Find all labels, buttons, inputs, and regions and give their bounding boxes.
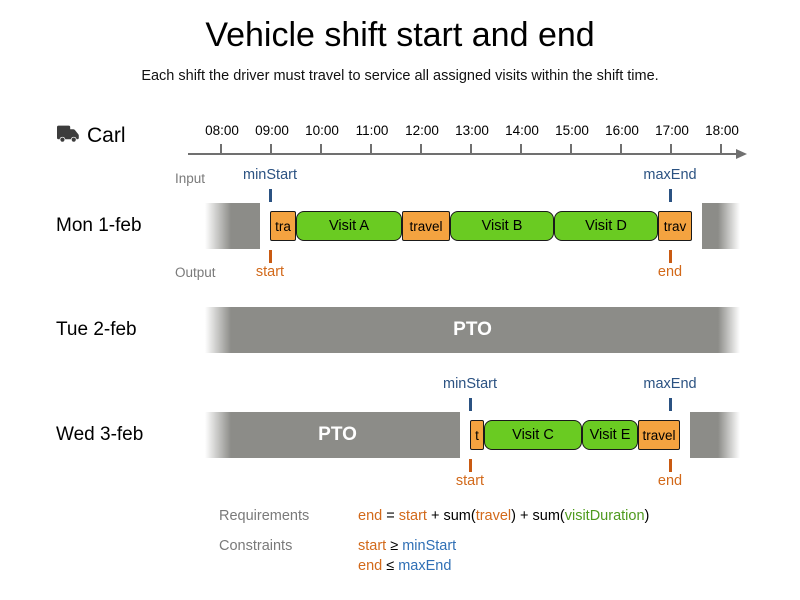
requirements-label: Requirements	[219, 508, 310, 524]
vehicle-name: Carl	[87, 124, 126, 147]
visit-block[interactable]: Visit E	[582, 420, 638, 450]
constraint-line-1: start ≥ minStart	[358, 538, 456, 554]
output-row-label: Output	[175, 265, 216, 280]
pto-label: PTO	[318, 424, 357, 445]
marker-label: maxEnd	[643, 376, 697, 392]
visit-block[interactable]: Visit C	[484, 420, 582, 450]
marker-stem	[669, 189, 672, 202]
visit-block[interactable]: Visit A	[296, 211, 402, 241]
visit-block[interactable]: Visit D	[554, 211, 658, 241]
marker-stem	[469, 398, 472, 411]
axis-tick-label: 18:00	[705, 123, 739, 138]
requirement-token: start	[398, 508, 427, 524]
shift-block-strip: tra Visit Atravel Visit B Visit Dtrav	[270, 211, 692, 241]
requirement-token: =	[382, 508, 399, 524]
visit-block[interactable]: Visit B	[450, 211, 554, 241]
constraint-token: ≥	[386, 538, 403, 554]
axis-tick	[320, 144, 322, 153]
axis-tick	[470, 144, 472, 153]
requirement-token: travel	[475, 508, 512, 524]
travel-block[interactable]: trav	[658, 211, 692, 241]
axis-tick	[520, 144, 522, 153]
marker-stem	[269, 189, 272, 202]
requirement-token: end	[358, 508, 383, 524]
travel-block[interactable]: travel	[402, 211, 450, 241]
constraint-token: end	[358, 558, 383, 574]
marker-stem	[269, 250, 272, 263]
marker-stem	[469, 459, 472, 472]
slide-canvas: Vehicle shift start and end Each shift t…	[0, 0, 800, 600]
requirements-expression: end = start + sum(travel) + sum(visitDur…	[358, 508, 649, 524]
shift-block-strip: t Visit C Visit Etravel	[470, 420, 680, 450]
marker-label: minStart	[243, 167, 297, 183]
travel-block[interactable]: travel	[638, 420, 680, 450]
marker-label: maxEnd	[643, 167, 697, 183]
constraint-token: start	[358, 538, 387, 554]
marker-label: start	[455, 473, 485, 489]
input-row-label: Input	[175, 171, 206, 186]
day-label: Mon 1-feb	[56, 215, 142, 236]
constraint-token: ≤	[382, 558, 399, 574]
constraint-token: maxEnd	[398, 558, 452, 574]
axis-tick	[670, 144, 672, 153]
day-label: Wed 3-feb	[56, 424, 144, 445]
marker-label: end	[657, 264, 683, 280]
axis-tick	[570, 144, 572, 153]
marker-label: minStart	[443, 376, 497, 392]
axis-tick	[370, 144, 372, 153]
timeline-axis: 08:00 09:00 10:00 11:00 12:00 13:00 14:00 15:00…	[188, 123, 760, 159]
requirement-token: + sum(	[426, 508, 476, 524]
requirement-token: visitDuration	[564, 508, 645, 524]
travel-block[interactable]: t	[470, 420, 484, 450]
page-subtitle: Each shift the driver must travel to ser…	[141, 68, 659, 84]
marker-label: end	[657, 473, 683, 489]
axis-tick	[270, 144, 272, 153]
day-label: Tue 2-feb	[56, 319, 137, 340]
constraint-token: minStart	[402, 538, 457, 554]
vehicle-header: Carl	[56, 124, 126, 148]
marker-stem	[669, 398, 672, 411]
constraints-label: Constraints	[219, 538, 293, 554]
page-title: Vehicle shift start and end	[205, 16, 595, 54]
axis-line	[188, 153, 740, 155]
requirement-token: ) + sum(	[511, 508, 565, 524]
pto-label: PTO	[453, 319, 492, 340]
axis-tick	[220, 144, 222, 153]
axis-tick	[420, 144, 422, 153]
axis-arrow-icon	[736, 149, 747, 159]
axis-tick	[720, 144, 722, 153]
constraint-line-2: end ≤ maxEnd	[358, 558, 451, 574]
travel-block[interactable]: tra	[270, 211, 296, 241]
requirement-token: )	[644, 508, 650, 524]
truck-icon	[56, 125, 80, 148]
marker-label: start	[255, 264, 285, 280]
marker-stem	[669, 459, 672, 472]
marker-stem	[669, 250, 672, 263]
axis-tick	[620, 144, 622, 153]
